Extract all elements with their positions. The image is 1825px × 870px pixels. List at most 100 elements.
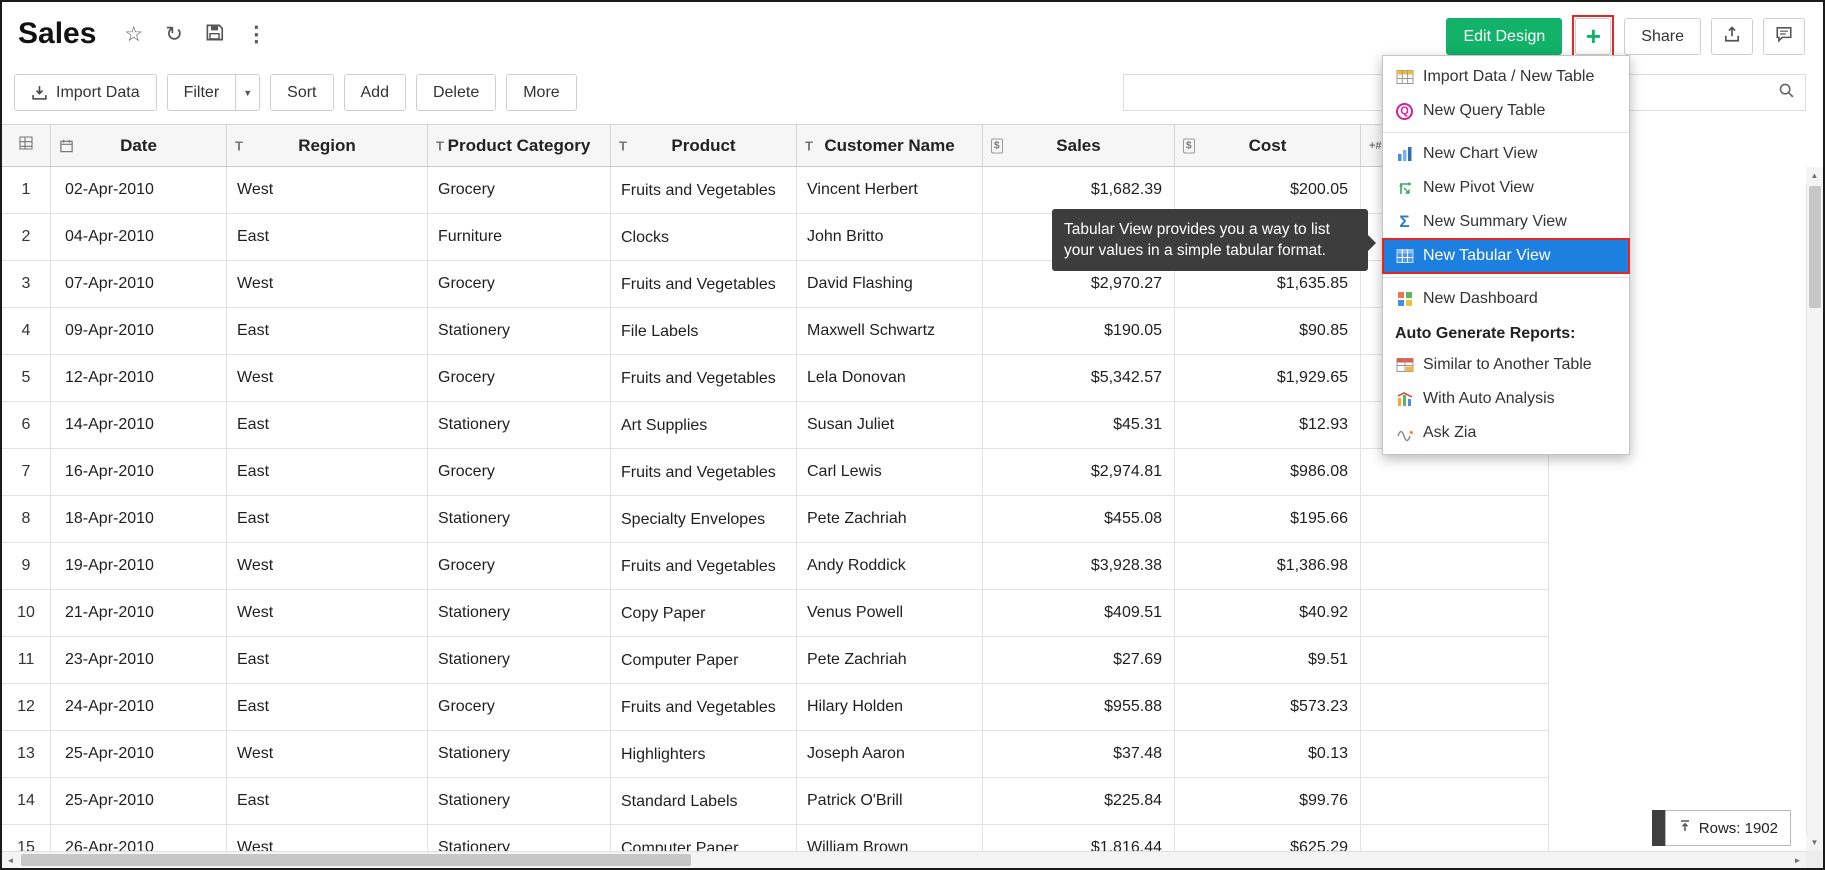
menu-item-new-summary-view[interactable]: Σ New Summary View: [1383, 205, 1629, 239]
cell-product[interactable]: Fruits and Vegetables: [611, 167, 797, 214]
cell-region[interactable]: East: [227, 214, 428, 261]
cell-date[interactable]: 24-Apr-2010: [51, 684, 227, 731]
cell-date[interactable]: 14-Apr-2010: [51, 402, 227, 449]
cell-region[interactable]: West: [227, 355, 428, 402]
cell-date[interactable]: 12-Apr-2010: [51, 355, 227, 402]
cell-product[interactable]: Art Supplies: [611, 402, 797, 449]
menu-item-new-tabular-view[interactable]: New Tabular View: [1383, 239, 1629, 273]
cell-empty[interactable]: [1361, 543, 1549, 590]
cell-date[interactable]: 02-Apr-2010: [51, 167, 227, 214]
cell-cost[interactable]: $195.66: [1175, 496, 1361, 543]
column-header-product[interactable]: T Product: [611, 125, 797, 166]
cell-date[interactable]: 25-Apr-2010: [51, 731, 227, 778]
cell-category[interactable]: Stationery: [428, 637, 611, 684]
row-number[interactable]: 2: [2, 214, 51, 261]
refresh-icon[interactable]: ↻: [165, 24, 183, 45]
row-number[interactable]: 6: [2, 402, 51, 449]
share-button[interactable]: Share: [1624, 18, 1701, 55]
cell-customer[interactable]: Hilary Holden: [797, 684, 983, 731]
menu-item-new-query-table[interactable]: Q New Query Table: [1383, 94, 1629, 128]
cell-category[interactable]: Stationery: [428, 496, 611, 543]
cell-product[interactable]: Computer Paper: [611, 637, 797, 684]
cell-cost[interactable]: $986.08: [1175, 449, 1361, 496]
cell-empty[interactable]: [1361, 496, 1549, 543]
cell-category[interactable]: Grocery: [428, 449, 611, 496]
sort-button[interactable]: Sort: [270, 74, 333, 111]
cell-sales[interactable]: $455.08: [983, 496, 1175, 543]
cell-category[interactable]: Stationery: [428, 778, 611, 825]
import-data-button[interactable]: Import Data: [14, 74, 157, 111]
cell-product[interactable]: Standard Labels: [611, 778, 797, 825]
cell-product[interactable]: Clocks: [611, 214, 797, 261]
cell-region[interactable]: West: [227, 167, 428, 214]
cell-region[interactable]: East: [227, 496, 428, 543]
row-number[interactable]: 4: [2, 308, 51, 355]
menu-item-new-dashboard[interactable]: New Dashboard: [1383, 282, 1629, 316]
scroll-up-button[interactable]: ▲: [1806, 167, 1823, 184]
cell-customer[interactable]: Lela Donovan: [797, 355, 983, 402]
row-number[interactable]: 12: [2, 684, 51, 731]
column-header-date[interactable]: Date: [51, 125, 227, 166]
cell-product[interactable]: File Labels: [611, 308, 797, 355]
row-number[interactable]: 7: [2, 449, 51, 496]
cell-region[interactable]: West: [227, 590, 428, 637]
cell-customer[interactable]: Joseph Aaron: [797, 731, 983, 778]
menu-item-import-data-new-table[interactable]: Import Data / New Table: [1383, 60, 1629, 94]
cell-category[interactable]: Grocery: [428, 684, 611, 731]
delete-button[interactable]: Delete: [416, 74, 496, 111]
cell-cost[interactable]: $9.51: [1175, 637, 1361, 684]
save-icon[interactable]: [205, 23, 224, 46]
cell-cost[interactable]: $0.13: [1175, 731, 1361, 778]
cell-date[interactable]: 19-Apr-2010: [51, 543, 227, 590]
create-new-plus-button[interactable]: +: [1575, 18, 1611, 55]
more-options-icon[interactable]: ⋮: [246, 24, 267, 45]
cell-region[interactable]: East: [227, 684, 428, 731]
cell-customer[interactable]: Pete Zachriah: [797, 637, 983, 684]
cell-cost[interactable]: $1,929.65: [1175, 355, 1361, 402]
cell-product[interactable]: Fruits and Vegetables: [611, 543, 797, 590]
cell-product[interactable]: Fruits and Vegetables: [611, 684, 797, 731]
menu-item-new-pivot-view[interactable]: New Pivot View: [1383, 171, 1629, 205]
row-number[interactable]: 14: [2, 778, 51, 825]
row-number[interactable]: 5: [2, 355, 51, 402]
column-header-product-category[interactable]: T Product Category: [428, 125, 611, 166]
cell-category[interactable]: Stationery: [428, 590, 611, 637]
cell-customer[interactable]: Vincent Herbert: [797, 167, 983, 214]
cell-customer[interactable]: Maxwell Schwartz: [797, 308, 983, 355]
cell-region[interactable]: West: [227, 731, 428, 778]
cell-customer[interactable]: Andy Roddick: [797, 543, 983, 590]
cell-empty[interactable]: [1361, 731, 1549, 778]
cell-category[interactable]: Grocery: [428, 167, 611, 214]
cell-category[interactable]: Grocery: [428, 543, 611, 590]
cell-customer[interactable]: Carl Lewis: [797, 449, 983, 496]
cell-customer[interactable]: John Britto: [797, 214, 983, 261]
cell-product[interactable]: Highlighters: [611, 731, 797, 778]
cell-region[interactable]: East: [227, 778, 428, 825]
cell-empty[interactable]: [1361, 449, 1549, 496]
row-number[interactable]: 11: [2, 637, 51, 684]
cell-cost[interactable]: $99.76: [1175, 778, 1361, 825]
cell-region[interactable]: East: [227, 402, 428, 449]
menu-item-new-chart-view[interactable]: New Chart View: [1383, 137, 1629, 171]
cell-cost[interactable]: $573.23: [1175, 684, 1361, 731]
comments-button[interactable]: [1763, 18, 1805, 55]
scroll-right-button[interactable]: ►: [1789, 852, 1806, 869]
cell-date[interactable]: 18-Apr-2010: [51, 496, 227, 543]
cell-date[interactable]: 23-Apr-2010: [51, 637, 227, 684]
row-number[interactable]: 9: [2, 543, 51, 590]
cell-sales[interactable]: $955.88: [983, 684, 1175, 731]
cell-date[interactable]: 07-Apr-2010: [51, 261, 227, 308]
cell-region[interactable]: West: [227, 543, 428, 590]
scroll-left-button[interactable]: ◄: [2, 852, 19, 869]
row-number[interactable]: 1: [2, 167, 51, 214]
cell-sales[interactable]: $1,682.39: [983, 167, 1175, 214]
filter-caret-button[interactable]: ▼: [236, 74, 260, 111]
cell-cost[interactable]: $1,386.98: [1175, 543, 1361, 590]
vertical-scrollbar-thumb[interactable]: [1809, 186, 1821, 308]
edit-design-button[interactable]: Edit Design: [1446, 18, 1562, 55]
cell-empty[interactable]: [1361, 684, 1549, 731]
cell-date[interactable]: 25-Apr-2010: [51, 778, 227, 825]
cell-category[interactable]: Grocery: [428, 355, 611, 402]
cell-cost[interactable]: $12.93: [1175, 402, 1361, 449]
cell-category[interactable]: Stationery: [428, 731, 611, 778]
